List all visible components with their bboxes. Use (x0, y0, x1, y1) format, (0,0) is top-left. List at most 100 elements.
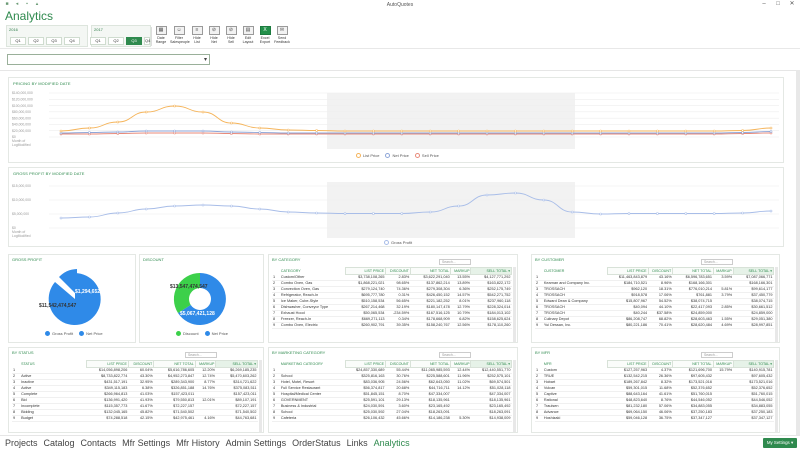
column-header[interactable]: DISCOUNT (385, 360, 411, 368)
tab-orderstatus[interactable]: OrderStatus (292, 436, 341, 450)
net-price-line-point[interactable] (173, 129, 176, 133)
list-price-line-point[interactable] (428, 129, 432, 133)
legend-sell-price[interactable]: Sell Price (414, 153, 439, 158)
quarter-button[interactable]: Q2 (108, 37, 124, 45)
list-price-line-point[interactable] (542, 129, 546, 133)
gross-profit-line-point[interactable] (485, 193, 489, 197)
gross-profit-line-point[interactable] (599, 212, 602, 216)
quarter-button-selected[interactable]: Q3 (126, 37, 142, 45)
gross-profit-line-point[interactable] (372, 212, 375, 215)
gross-profit-line-point[interactable] (656, 212, 659, 215)
gross-profit-line-point[interactable] (514, 191, 517, 195)
column-header[interactable]: DISCOUNT (127, 360, 155, 368)
net-price-line-point[interactable] (741, 131, 744, 134)
list-price-line-point[interactable] (514, 129, 517, 133)
column-header[interactable]: MARKUP (712, 267, 734, 275)
column-header[interactable]: SELL TOTAL ▾ (470, 267, 512, 275)
net-price-line-point[interactable] (457, 131, 460, 135)
list-price-line-point[interactable] (457, 129, 460, 133)
gross-profit-line-point[interactable] (230, 204, 233, 208)
search-input[interactable]: Search... (701, 259, 733, 265)
quarter-button[interactable]: Q2 (28, 37, 44, 45)
table-row[interactable]: 9 Hoshizaki $59,046,128 36.75% $37,347,127 $3… (535, 415, 774, 422)
net-price-line-point[interactable] (570, 131, 574, 135)
gross-profit-line-point[interactable] (400, 212, 404, 215)
net-price-line-point[interactable] (627, 131, 631, 135)
close-icon[interactable]: ✕ (786, 0, 798, 9)
gross-profit-line-point[interactable] (542, 198, 546, 202)
net-price-line-point[interactable] (258, 131, 262, 134)
gross-profit-line-point[interactable] (343, 212, 347, 215)
column-header[interactable]: NET TOTAL (409, 267, 452, 275)
list-price-line-point[interactable] (741, 129, 744, 132)
net-price-line-point[interactable] (428, 131, 432, 135)
legend-gross-profit[interactable]: Gross Profit (384, 240, 412, 245)
quarter-button[interactable]: Q4 (64, 37, 80, 45)
column-header[interactable]: MARKUP (712, 360, 734, 368)
tab-analytics[interactable]: Analytics (374, 436, 410, 450)
layout-dropdown[interactable]: ▾ (7, 54, 210, 65)
gross-profit-line-point[interactable] (258, 207, 262, 211)
column-header[interactable]: LIST PRICE (344, 360, 387, 368)
column-header[interactable]: NET TOTAL (153, 360, 196, 368)
column-header[interactable]: NET TOTAL (672, 360, 714, 368)
legend-discount[interactable]: Discount (176, 331, 199, 336)
net-price-line-point[interactable] (684, 131, 688, 135)
column-header[interactable]: LIST PRICE (344, 267, 387, 275)
list-price-line-point[interactable] (343, 129, 347, 133)
gross-profit-line-point[interactable] (428, 210, 432, 214)
list-price-line-point[interactable] (116, 120, 120, 124)
hide-sell-button[interactable]: ⊘ Hide Sell (222, 25, 240, 48)
save-icon[interactable]: ▪ (23, 1, 31, 7)
legend-net-price[interactable]: Net Price (385, 153, 409, 158)
minimize-icon[interactable]: – (758, 0, 770, 9)
list-price-line-point[interactable] (400, 129, 404, 133)
page-scrollbar[interactable] (796, 70, 800, 435)
net-price-line-point[interactable] (514, 131, 517, 135)
send-feedback-button[interactable]: ✉ Send Feedback (273, 25, 291, 48)
column-header[interactable]: SELL TOTAL ▾ (732, 267, 775, 275)
net-price-line-point[interactable] (599, 131, 602, 135)
tab-contacts[interactable]: Contacts (81, 436, 117, 450)
table-scrollbar[interactable] (259, 360, 262, 432)
column-header[interactable]: LIST PRICE (607, 267, 649, 275)
column-header[interactable]: LIST PRICE (86, 360, 129, 368)
gross-profit-line-point[interactable] (627, 212, 631, 215)
net-price-line-point[interactable] (230, 130, 233, 134)
list-price-line-point[interactable] (599, 129, 602, 133)
column-header[interactable]: DISCOUNT (647, 267, 674, 275)
gross-profit-line-point[interactable] (570, 210, 574, 214)
search-input[interactable]: Search... (439, 259, 471, 265)
net-price-line-point[interactable] (116, 130, 120, 134)
list-price-line-point[interactable] (656, 129, 659, 133)
search-input[interactable]: Search... (701, 352, 733, 358)
tab-links[interactable]: Links (347, 436, 368, 450)
maximize-icon[interactable]: □ (772, 0, 784, 9)
excel-export-button[interactable]: X Excel Export (256, 25, 274, 48)
list-price-line-point[interactable] (372, 129, 375, 133)
search-input[interactable]: Search... (185, 352, 217, 358)
legend-gross-profit[interactable]: Gross Profit (45, 331, 73, 336)
gross-profit-line-point[interactable] (201, 203, 205, 207)
table-scrollbar[interactable] (775, 267, 778, 342)
table-scrollbar[interactable] (775, 360, 778, 432)
list-price-line-point[interactable] (173, 104, 176, 108)
column-header[interactable]: SELL TOTAL ▾ (470, 360, 512, 368)
column-header[interactable]: LIST PRICE (607, 360, 649, 368)
sell-price-line-point[interactable] (173, 131, 176, 135)
gross-profit-line-point[interactable] (88, 215, 91, 219)
list-price-line-point[interactable] (684, 129, 688, 133)
list-price-line-point[interactable] (230, 121, 233, 125)
table-scrollbar[interactable] (513, 360, 516, 432)
gross-profit-line-point[interactable] (315, 211, 318, 215)
legend-list-price[interactable]: List Price (356, 153, 379, 158)
gross-profit-line-point[interactable] (741, 211, 744, 215)
date-range-button[interactable]: ▦ Date Range (152, 25, 170, 48)
column-header[interactable]: MARKUP (450, 267, 472, 275)
quarter-button[interactable]: Q4 (144, 37, 150, 45)
my-settings-button[interactable]: My Settings ▾ (763, 438, 797, 448)
quarter-button[interactable]: Q1 (90, 37, 106, 45)
table-row[interactable]: 9 Cafeteria $26,106,432 45.66% $14,186,238 5.… (272, 415, 512, 422)
net-price-line-point[interactable] (656, 131, 659, 135)
gross-profit-line-point[interactable] (712, 212, 716, 215)
